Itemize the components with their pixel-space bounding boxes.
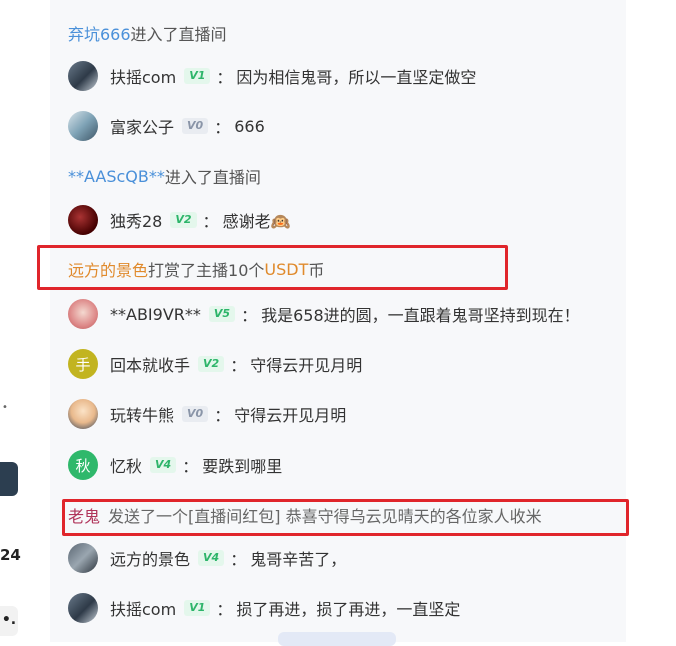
chat-text: 守得云开见月明 [234, 406, 347, 425]
chat-message: 远方的景色 V4 ： 鬼哥辛苦了， [68, 543, 626, 573]
chat-message: 扶摇com V1 ： 因为相信鬼哥，所以一直坚定做空 [68, 61, 626, 91]
left-thumbnail[interactable] [0, 462, 18, 496]
chat-message: 手 回本就收手 V2 ： 守得云开见月明 [68, 349, 626, 379]
avatar[interactable] [68, 61, 98, 91]
level-badge: V1 [184, 68, 211, 84]
chat-text: 守得云开见月明 [250, 356, 363, 375]
notice-text: 进入了直播间 [130, 25, 227, 44]
colon: ： [202, 212, 219, 231]
chat-text: 666 [234, 116, 265, 136]
chat-message: 富家公子 V0 ： 666 [68, 111, 626, 141]
chat-username[interactable]: 富家公子 [110, 114, 174, 138]
chat-username[interactable]: 扶摇com [110, 596, 176, 620]
chat-username[interactable]: **ABI9VR** [110, 305, 201, 324]
level-badge: V4 [198, 550, 225, 566]
chat-username[interactable]: 回本就收手 [110, 352, 190, 376]
chat-text: 损了再进，损了再进，一直坚定 [236, 600, 461, 619]
gift-highlight-box [37, 245, 508, 290]
level-badge: V1 [184, 600, 211, 616]
enter-notice: 弃坑666 进入了直播间 [68, 18, 626, 48]
level-badge: V5 [208, 306, 236, 322]
left-sidebar-strip: • 24 •. [0, 0, 50, 642]
level-badge: V0 [182, 118, 209, 134]
left-count: 24 [0, 546, 21, 564]
chat-panel: 弃坑666 进入了直播间 扶摇com V1 ： 因为相信鬼哥，所以一直坚定做空 … [50, 0, 626, 646]
chat-message: 玩转牛熊 V0 ： 守得云开见月明 [68, 399, 626, 429]
chat-username[interactable]: 远方的景色 [110, 546, 190, 570]
colon: ： [214, 406, 231, 425]
chat-text: 感谢老🙉 [222, 212, 291, 231]
colon: ： [216, 600, 233, 619]
chat-message: 独秀28 V2 ： 感谢老🙉 [68, 205, 626, 235]
chat-message: 秋 忆秋 V4 ： 要跌到哪里 [68, 450, 626, 480]
notice-username[interactable]: **AAScQB** [68, 167, 165, 186]
chat-text: 要跌到哪里 [202, 457, 283, 476]
new-messages-pill[interactable] [278, 632, 396, 646]
colon: ： [230, 356, 247, 375]
left-dot: • [2, 402, 8, 413]
avatar[interactable] [68, 399, 98, 429]
chat-text: 因为相信鬼哥，所以一直坚定做空 [236, 68, 477, 87]
chat-username[interactable]: 独秀28 [110, 208, 162, 232]
level-badge: V0 [182, 406, 209, 422]
colon: ： [182, 457, 199, 476]
chat-username[interactable]: 忆秋 [110, 453, 142, 477]
red-packet-highlight-box [62, 499, 629, 536]
level-badge: V2 [198, 356, 225, 372]
colon: ： [214, 118, 231, 137]
colon: ： [241, 306, 258, 325]
colon: ： [216, 68, 233, 87]
avatar[interactable] [68, 593, 98, 623]
chat-message: 扶摇com V1 ： 损了再进，损了再进，一直坚定 [68, 593, 626, 623]
enter-notice: **AAScQB** 进入了直播间 [68, 161, 626, 191]
notice-text: 进入了直播间 [164, 168, 261, 187]
avatar[interactable] [68, 111, 98, 141]
more-button[interactable]: •. [0, 606, 18, 636]
chat-username[interactable]: 玩转牛熊 [110, 402, 174, 426]
chat-text: 我是658进的圆，一直跟着鬼哥坚持到现在！ [261, 306, 580, 325]
chat-message: **ABI9VR** V5 ： 我是658进的圆，一直跟着鬼哥坚持到现在！ [68, 299, 626, 329]
avatar[interactable]: 手 [68, 349, 98, 379]
level-badge: V4 [150, 457, 177, 473]
avatar[interactable] [68, 299, 98, 329]
chat-username[interactable]: 扶摇com [110, 64, 176, 88]
avatar[interactable] [68, 543, 98, 573]
notice-username[interactable]: 弃坑666 [68, 21, 131, 45]
chat-text: 鬼哥辛苦了， [250, 550, 347, 569]
avatar[interactable]: 秋 [68, 450, 98, 480]
avatar[interactable] [68, 205, 98, 235]
colon: ： [230, 550, 247, 569]
level-badge: V2 [170, 212, 197, 228]
